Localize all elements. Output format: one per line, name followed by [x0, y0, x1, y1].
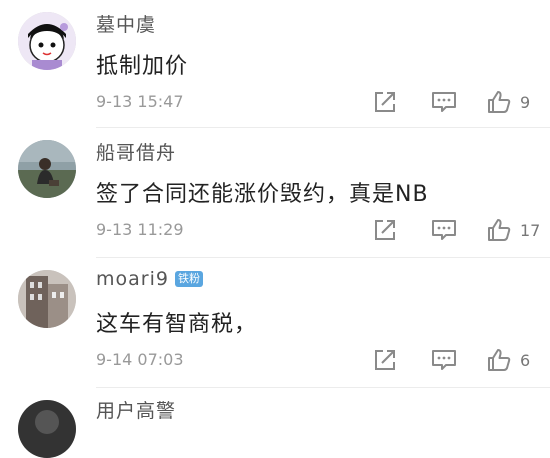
fan-badge: 铁粉	[174, 271, 203, 287]
reply-button[interactable]	[430, 88, 458, 116]
thumbs-up-icon	[488, 349, 511, 371]
share-button[interactable]	[372, 216, 398, 244]
comment-item: 船哥借舟 签了合同还能涨价毁约，真是NB 9-13 11:29 17	[0, 128, 550, 258]
share-button[interactable]	[372, 88, 398, 116]
like-count: 17	[520, 220, 541, 240]
thumbs-up-icon	[488, 91, 511, 113]
username[interactable]: 用户高警	[96, 396, 176, 423]
share-edit-icon	[375, 350, 395, 370]
like-button[interactable]: 6	[486, 346, 530, 374]
comment-icon	[432, 220, 456, 240]
comment-item: 墓中虞 抵制加价 9-13 15:47 9	[0, 0, 550, 128]
avatar[interactable]	[18, 270, 76, 328]
share-edit-icon	[375, 220, 395, 240]
like-button[interactable]: 17	[486, 216, 540, 244]
comment-text: 抵制加价	[96, 54, 189, 79]
reply-button[interactable]	[430, 216, 458, 244]
comment-list: 墓中虞 抵制加价 9-13 15:47 9 船哥借舟 签了合同还能涨价毁约，真是…	[0, 0, 550, 458]
username[interactable]: 墓中虞	[96, 10, 156, 37]
username[interactable]: moari9 铁粉	[96, 268, 203, 290]
like-count: 6	[520, 350, 531, 370]
avatar[interactable]	[18, 12, 76, 70]
avatar[interactable]	[18, 140, 76, 198]
like-count: 9	[520, 92, 531, 112]
thumbs-up-icon	[488, 219, 511, 241]
share-button[interactable]	[372, 346, 398, 374]
cartoon-girl-avatar	[18, 12, 76, 70]
comment-item: moari9 铁粉 这车有智商税， 9-14 07:03 6	[0, 258, 550, 388]
comment-actions: 17	[0, 216, 550, 244]
building-photo-avatar	[18, 270, 76, 328]
like-button[interactable]: 9	[486, 88, 530, 116]
dark-photo-avatar	[18, 400, 76, 458]
photo-person-avatar	[18, 140, 76, 198]
comment-text: 这车有智商税，	[96, 312, 258, 337]
comment-actions: 9	[0, 88, 550, 116]
reply-button[interactable]	[430, 346, 458, 374]
avatar[interactable]	[18, 400, 76, 458]
comment-item: 用户高警	[0, 388, 550, 458]
comment-icon	[432, 92, 456, 112]
username[interactable]: 船哥借舟	[96, 138, 176, 165]
comment-actions: 6	[0, 346, 550, 374]
comment-icon	[432, 350, 456, 370]
comment-text: 签了合同还能涨价毁约，真是NB	[96, 182, 429, 207]
share-edit-icon	[375, 92, 395, 112]
